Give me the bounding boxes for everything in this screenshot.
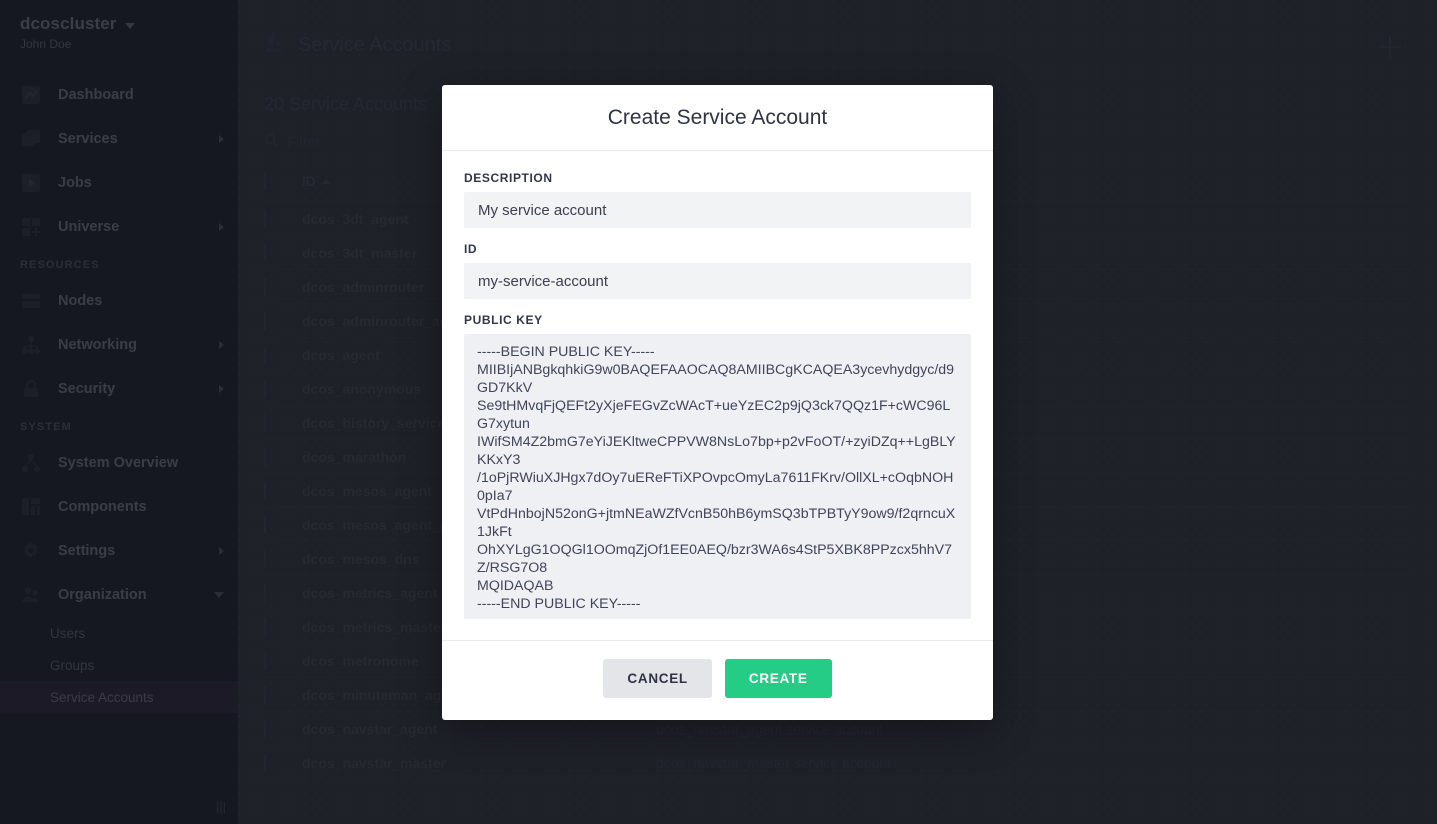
id-field[interactable]: [464, 263, 971, 299]
public-key-field[interactable]: -----BEGIN PUBLIC KEY----- MIIBIjANBgkqh…: [464, 334, 971, 619]
cancel-button[interactable]: CANCEL: [603, 659, 712, 698]
description-label: DESCRIPTION: [464, 171, 553, 185]
description-field[interactable]: [464, 192, 971, 228]
modal-header: Create Service Account: [442, 85, 993, 151]
create-service-account-modal: Create Service Account DESCRIPTION ID PU…: [442, 85, 993, 720]
public-key-label: PUBLIC KEY: [464, 313, 543, 327]
modal-body: DESCRIPTION ID PUBLIC KEY -----BEGIN PUB…: [442, 151, 993, 640]
create-button[interactable]: CREATE: [724, 659, 832, 698]
modal-title: Create Service Account: [607, 105, 828, 129]
id-label: ID: [464, 242, 478, 256]
app-root: dcoscluster John Doe Dashboard Services: [0, 0, 1437, 824]
modal-footer: CANCEL CREATE: [442, 640, 993, 720]
